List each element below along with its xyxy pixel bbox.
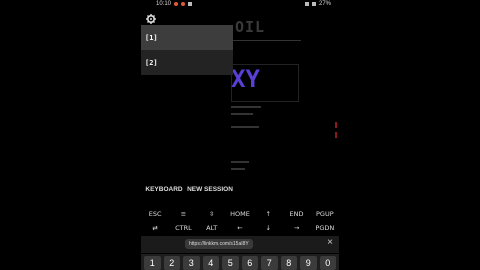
status-bar: 10:10 27% (141, 0, 339, 9)
terminal-marker (335, 132, 337, 138)
session-item-1[interactable]: [1] (141, 25, 233, 50)
terminal-output[interactable]: OIL XY (231, 10, 339, 185)
key-end[interactable]: END (282, 210, 310, 218)
terminal-marker (335, 122, 337, 128)
keyboard-number-row: 1 2 3 4 5 6 7 8 9 0 (141, 254, 339, 270)
drawer-buttons: KEYBOARD NEW SESSION (141, 186, 233, 206)
notification-icon (181, 2, 186, 6)
terminal-text-line (231, 168, 245, 170)
session-label: [1] (145, 33, 158, 42)
terminal-text-line (231, 161, 249, 163)
settings-gear-icon[interactable] (146, 14, 156, 24)
key-6[interactable]: 6 (241, 256, 258, 270)
key-home[interactable]: HOME (226, 210, 254, 218)
terminal-rule (231, 40, 301, 41)
key-down-arrow[interactable]: ↓ (254, 224, 282, 232)
extra-keys-row: ⇄ CTRL ALT ← ↓ → PGDN (141, 221, 339, 235)
key-scroll[interactable]: ⇳ (198, 210, 226, 218)
battery-level: 27% (318, 1, 331, 7)
toggle-keyboard-button[interactable]: KEYBOARD (141, 186, 187, 206)
signal-icon (311, 2, 316, 6)
wifi-icon (304, 2, 309, 6)
key-alt[interactable]: ALT (198, 224, 226, 232)
key-3[interactable]: 3 (183, 256, 200, 270)
new-session-button[interactable]: NEW SESSION (187, 186, 233, 206)
extra-keys-bar: ESC ≡ ⇳ HOME ↑ END PGUP ⇄ CTRL ALT ← ↓ →… (141, 207, 339, 235)
notification-icon (188, 2, 193, 6)
key-1[interactable]: 1 (144, 256, 161, 270)
key-8[interactable]: 8 (280, 256, 297, 270)
session-drawer: [1] [2] (141, 25, 233, 75)
key-tab[interactable]: ⇄ (141, 224, 169, 232)
key-left-arrow[interactable]: ← (226, 224, 254, 232)
terminal-text-line (231, 113, 253, 115)
key-esc[interactable]: ESC (141, 210, 169, 218)
key-menu[interactable]: ≡ (169, 210, 197, 218)
key-7[interactable]: 7 (261, 256, 278, 270)
clipboard-url-chip[interactable]: https://linkkm.com/s15aI8Y (185, 239, 253, 249)
close-icon[interactable]: × (327, 237, 333, 248)
terminal-banner: OIL (235, 18, 266, 36)
phone-screen: 10:10 27% OIL XY [1] [2] KEYBOARD NEW SE… (141, 0, 339, 270)
terminal-text-line (231, 106, 261, 108)
clipboard-suggestion-bar: https://linkkm.com/s15aI8Y × (141, 236, 339, 253)
key-right-arrow[interactable]: → (282, 224, 310, 232)
key-9[interactable]: 9 (300, 256, 317, 270)
key-up-arrow[interactable]: ↑ (254, 210, 282, 218)
key-pgup[interactable]: PGUP (311, 210, 339, 218)
key-4[interactable]: 4 (202, 256, 219, 270)
extra-keys-row: ESC ≡ ⇳ HOME ↑ END PGUP (141, 207, 339, 221)
key-0[interactable]: 0 (319, 256, 336, 270)
key-ctrl[interactable]: CTRL (169, 224, 197, 232)
terminal-art: XY (231, 65, 260, 93)
key-2[interactable]: 2 (163, 256, 180, 270)
notification-icon (174, 2, 179, 6)
session-item-2[interactable]: [2] (141, 50, 233, 75)
session-label: [2] (145, 58, 158, 67)
key-5[interactable]: 5 (222, 256, 239, 270)
key-pgdn[interactable]: PGDN (311, 224, 339, 232)
terminal-text-line (231, 126, 259, 128)
status-time: 10:10 (156, 1, 172, 7)
